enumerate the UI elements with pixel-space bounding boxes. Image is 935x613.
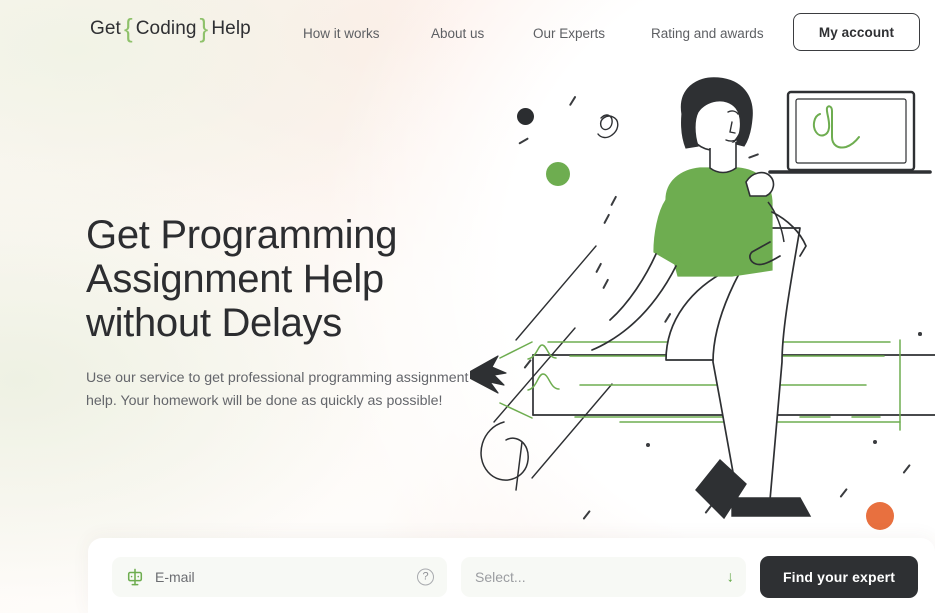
subject-select-placeholder: Select... bbox=[475, 569, 526, 585]
hand bbox=[745, 171, 775, 197]
nav-item-our-experts[interactable]: Our Experts bbox=[533, 23, 651, 44]
subject-select[interactable]: Select... ↓ bbox=[461, 557, 746, 597]
page-title: Get Programming Assignment Help without … bbox=[86, 213, 398, 345]
email-field-label: E-mail bbox=[155, 569, 195, 585]
nav-item-about-us[interactable]: About us bbox=[431, 23, 533, 44]
site-header: Get { Coding } Help How it works About u… bbox=[0, 0, 935, 62]
nav-item-how-it-works[interactable]: How it works bbox=[303, 23, 431, 44]
my-account-button[interactable]: My account bbox=[793, 13, 920, 51]
hero-illustration bbox=[470, 77, 935, 520]
hero-copy: Get Programming Assignment Help without … bbox=[86, 213, 506, 413]
laptop-icon bbox=[768, 90, 932, 174]
logo[interactable]: Get { Coding } Help bbox=[88, 15, 253, 41]
logo-word: Coding bbox=[135, 18, 197, 39]
chevron-down-icon[interactable]: ↓ bbox=[727, 570, 735, 585]
search-form: E-mail ? Select... ↓ Find your expert bbox=[112, 556, 918, 598]
search-form-card: E-mail ? Select... ↓ Find your expert bbox=[88, 538, 935, 613]
logo-prefix: Get bbox=[90, 18, 121, 39]
main-navigation: How it works About us Our Experts Rating… bbox=[303, 23, 801, 44]
logo-suffix: Help bbox=[211, 18, 251, 39]
hero-subtitle: Use our service to get professional prog… bbox=[86, 370, 469, 409]
landing-page: Get { Coding } Help How it works About u… bbox=[0, 0, 935, 613]
shoe-icon bbox=[731, 497, 812, 517]
email-field[interactable]: E-mail ? bbox=[112, 557, 447, 597]
mailbox-icon bbox=[127, 568, 143, 586]
nav-item-rating-and-awards[interactable]: Rating and awards bbox=[651, 23, 801, 44]
find-your-expert-button[interactable]: Find your expert bbox=[760, 556, 918, 598]
help-icon[interactable]: ? bbox=[417, 568, 434, 586]
